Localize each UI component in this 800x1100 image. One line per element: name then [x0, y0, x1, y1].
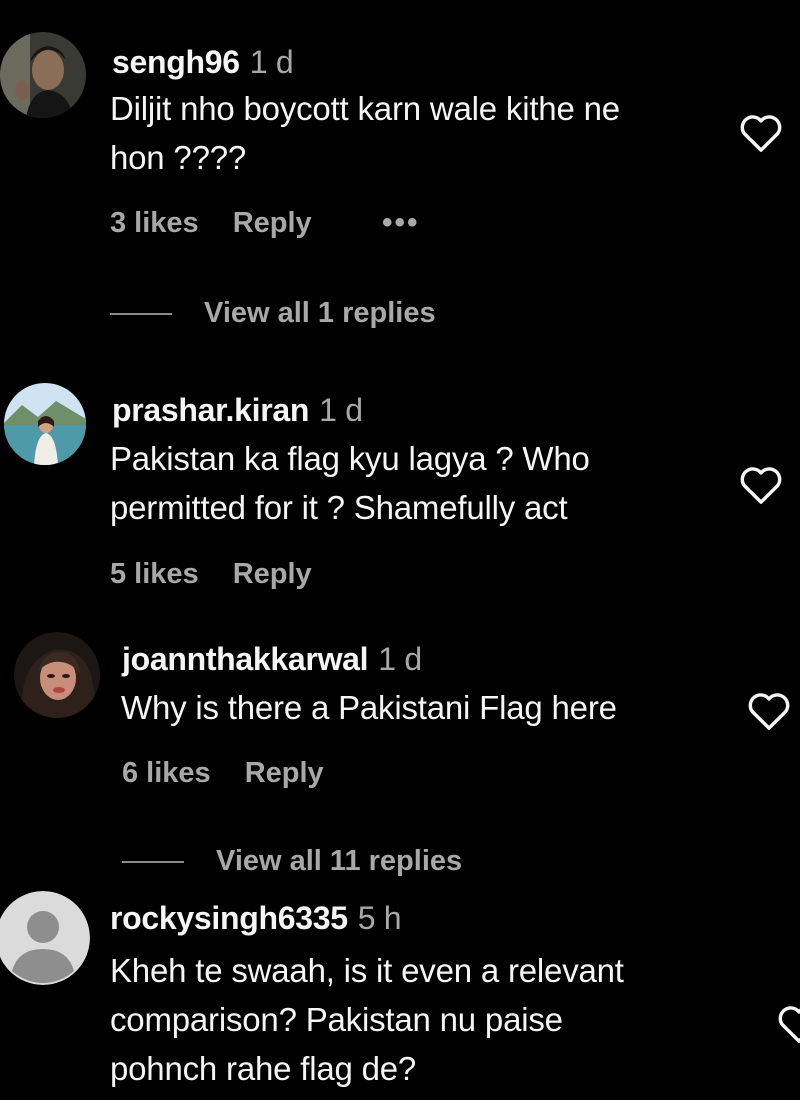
- username-text[interactable]: rockysingh6335: [110, 900, 348, 936]
- comment-line: Diljit nho boycott karn wale kithe ne: [110, 90, 620, 127]
- likes-count[interactable]: 3 likes: [110, 207, 199, 239]
- comment-timestamp: 1 d: [319, 392, 363, 428]
- heart-outline-icon[interactable]: [738, 463, 784, 505]
- reply-button[interactable]: Reply: [245, 757, 324, 789]
- comment-text: Kheh te swaah, is it even a relevant com…: [110, 946, 624, 1093]
- divider-line: [110, 312, 172, 315]
- view-replies-label[interactable]: View all 1 replies: [204, 297, 436, 330]
- username-text[interactable]: joannthakkarwal: [122, 641, 369, 677]
- comment-meta: 6 likes Reply: [122, 757, 324, 790]
- comment-text: Pakistan ka flag kyu lagya ? Who permitt…: [110, 434, 590, 532]
- view-replies-button[interactable]: View all 1 replies: [110, 297, 436, 330]
- likes-count[interactable]: 5 likes: [110, 558, 199, 590]
- username-text[interactable]: prashar.kiran: [112, 392, 309, 428]
- comment-line: Why is there a Pakistani Flag here: [121, 689, 617, 726]
- comment-line: Kheh te swaah, is it even a relevant: [110, 952, 624, 989]
- comment-username[interactable]: joannthakkarwal 1 d: [122, 641, 422, 678]
- avatar[interactable]: [14, 632, 100, 718]
- avatar[interactable]: [4, 383, 86, 465]
- view-replies-label[interactable]: View all 11 replies: [216, 845, 462, 878]
- comment-line: Pakistan ka flag kyu lagya ? Who: [110, 440, 590, 477]
- heart-outline-icon[interactable]: [776, 1002, 800, 1044]
- heart-outline-icon[interactable]: [738, 111, 784, 153]
- comment-username[interactable]: prashar.kiran 1 d: [112, 392, 363, 429]
- comment-username[interactable]: sengh96 1 d: [112, 44, 294, 81]
- comment-line: comparison? Pakistan nu paise: [110, 1001, 563, 1038]
- comment-meta: 5 likes Reply: [110, 558, 312, 591]
- comment-line: hon ????: [110, 139, 247, 176]
- view-replies-button[interactable]: View all 11 replies: [122, 845, 462, 878]
- avatar[interactable]: [0, 32, 86, 118]
- more-horizontal-icon[interactable]: •••: [382, 206, 420, 240]
- username-text[interactable]: sengh96: [112, 44, 240, 80]
- comment-line: permitted for it ? Shamefully act: [110, 489, 568, 526]
- likes-count[interactable]: 6 likes: [122, 757, 211, 789]
- divider-line: [122, 860, 184, 863]
- comment-line: pohnch rahe flag de?: [110, 1050, 417, 1087]
- avatar[interactable]: [0, 891, 90, 985]
- comment-timestamp: 5 h: [357, 900, 402, 936]
- comment-username[interactable]: rockysingh6335 5 h: [110, 900, 402, 937]
- reply-button[interactable]: Reply: [233, 207, 312, 239]
- heart-outline-icon[interactable]: [746, 689, 792, 731]
- comment-text: Why is there a Pakistani Flag here: [121, 683, 617, 732]
- comment-meta: 3 likes Reply: [110, 207, 312, 240]
- comment-text: Diljit nho boycott karn wale kithe ne ho…: [110, 84, 620, 182]
- reply-button[interactable]: Reply: [233, 558, 312, 590]
- comment-timestamp: 1 d: [378, 641, 422, 677]
- comment-timestamp: 1 d: [249, 44, 294, 80]
